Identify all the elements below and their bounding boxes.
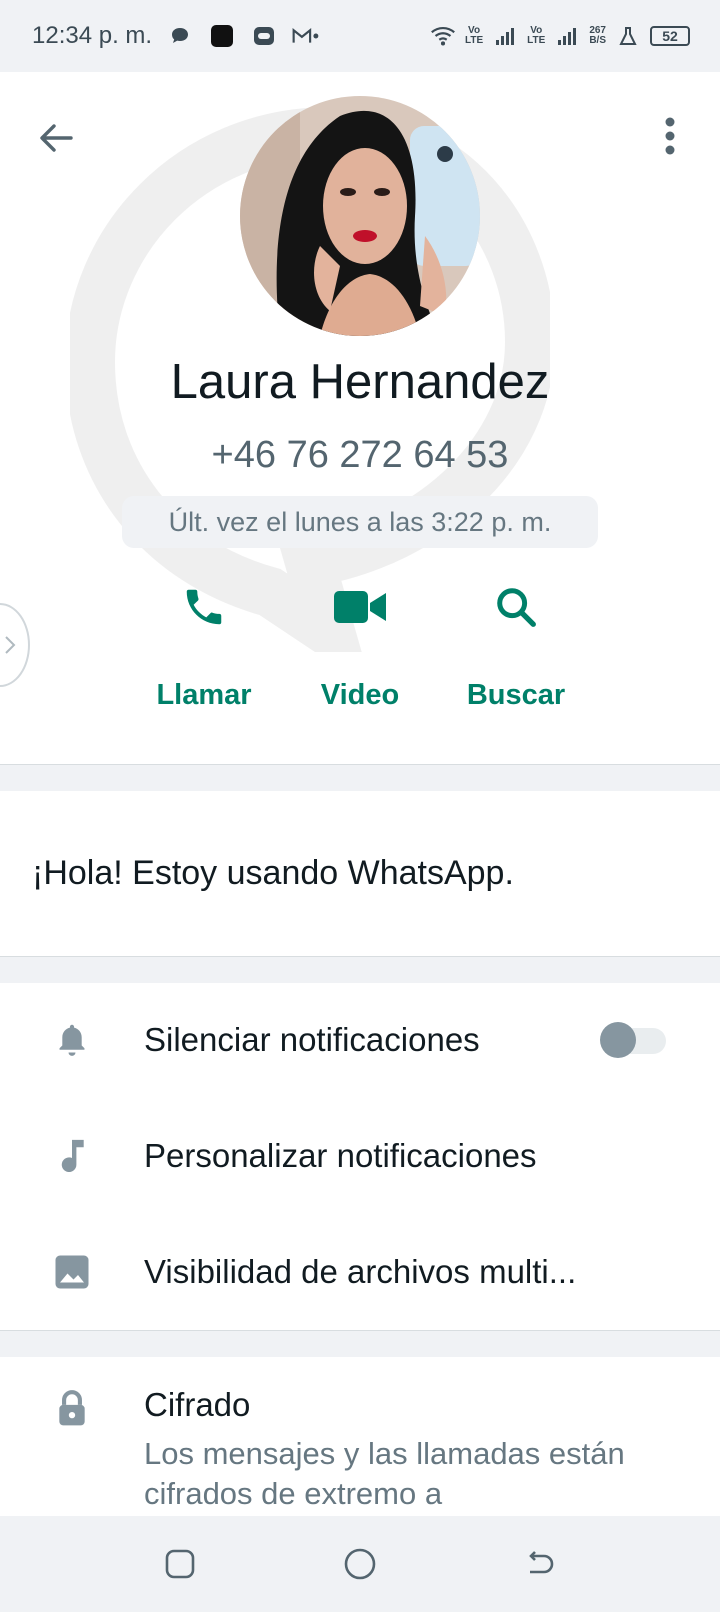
quick-actions: Llamar Video Buscar [0, 572, 720, 722]
volte-indicator-2: Vo LTE [527, 25, 546, 46]
music-note-icon [52, 1136, 92, 1176]
video-label: Video [320, 679, 400, 711]
volte-indicator-1: Vo LTE [465, 25, 484, 46]
mute-notifications-label: Silenciar notificaciones [144, 1021, 480, 1058]
contact-header: Laura Hernandez +46 76 272 64 53 Últ. ve… [0, 72, 720, 762]
contact-phone: +46 76 272 64 53 [211, 434, 509, 476]
last-seen-badge: Últ. vez el lunes a las 3:22 p. m. [122, 496, 598, 548]
back-arrow-icon [529, 1551, 554, 1574]
chat-bubble-icon [166, 22, 194, 50]
custom-notifications-row[interactable]: Personalizar notificaciones [0, 1098, 720, 1214]
mute-notifications-row[interactable]: Silenciar notificaciones [0, 982, 720, 1098]
about-section[interactable]: ¡Hola! Estoy usando WhatsApp. [0, 790, 720, 956]
net-speed: 267 B/S [589, 25, 606, 46]
profile-photo-image [240, 96, 480, 336]
back-button[interactable] [30, 112, 82, 164]
more-options-button[interactable] [650, 106, 690, 166]
square-icon [165, 1549, 195, 1579]
battery-indicator: 52 [650, 26, 690, 46]
section-divider [0, 764, 720, 791]
system-nav-bar [0, 1516, 720, 1612]
search-icon [497, 587, 536, 627]
custom-notifications-label: Personalizar notificaciones [144, 1137, 537, 1174]
wifi-icon [429, 22, 457, 50]
phone-icon [186, 589, 222, 624]
home-button[interactable] [336, 1540, 384, 1588]
video-camera-icon [334, 590, 386, 623]
section-divider [0, 956, 720, 983]
toggle-knob [600, 1022, 636, 1058]
circle-icon [344, 1548, 376, 1580]
chevron-right-icon [5, 636, 16, 654]
call-label: Llamar [156, 679, 252, 711]
bell-icon [52, 1020, 92, 1060]
lock-icon [52, 1386, 92, 1430]
arrow-left-icon [40, 124, 73, 152]
call-button[interactable]: Llamar [134, 572, 274, 712]
contact-name: Laura Hernandez [170, 355, 550, 409]
gmail-icon [292, 22, 320, 50]
section-divider [0, 1330, 720, 1357]
media-visibility-row[interactable]: Visibilidad de archivos multi... [0, 1214, 720, 1330]
encryption-description: Los mensajes y las llamadas están cifrad… [144, 1436, 625, 1511]
about-text: ¡Hola! Estoy usando WhatsApp. [32, 853, 514, 892]
recent-apps-button[interactable] [156, 1540, 204, 1588]
search-label: Buscar [466, 679, 566, 711]
kebab-menu-icon [665, 117, 675, 155]
flask-icon [614, 22, 642, 50]
media-visibility-label: Visibilidad de archivos multi... [144, 1253, 577, 1290]
signal-icon [553, 22, 581, 50]
gamepad-icon [250, 22, 278, 50]
video-call-button[interactable]: Video [290, 572, 430, 712]
signal-icon [491, 22, 519, 50]
search-button[interactable]: Buscar [446, 572, 586, 712]
app-square-icon [208, 22, 236, 50]
status-time: 12:34 p. m. [32, 22, 153, 49]
back-nav-button[interactable] [516, 1540, 564, 1588]
encryption-title[interactable]: Cifrado [144, 1386, 250, 1424]
image-icon [52, 1252, 92, 1292]
status-bar: 12:34 p. m. Vo LTE Vo LTE 267 B/S 52 [0, 0, 720, 72]
profile-photo[interactable] [240, 96, 480, 336]
mute-toggle[interactable] [600, 1022, 666, 1058]
